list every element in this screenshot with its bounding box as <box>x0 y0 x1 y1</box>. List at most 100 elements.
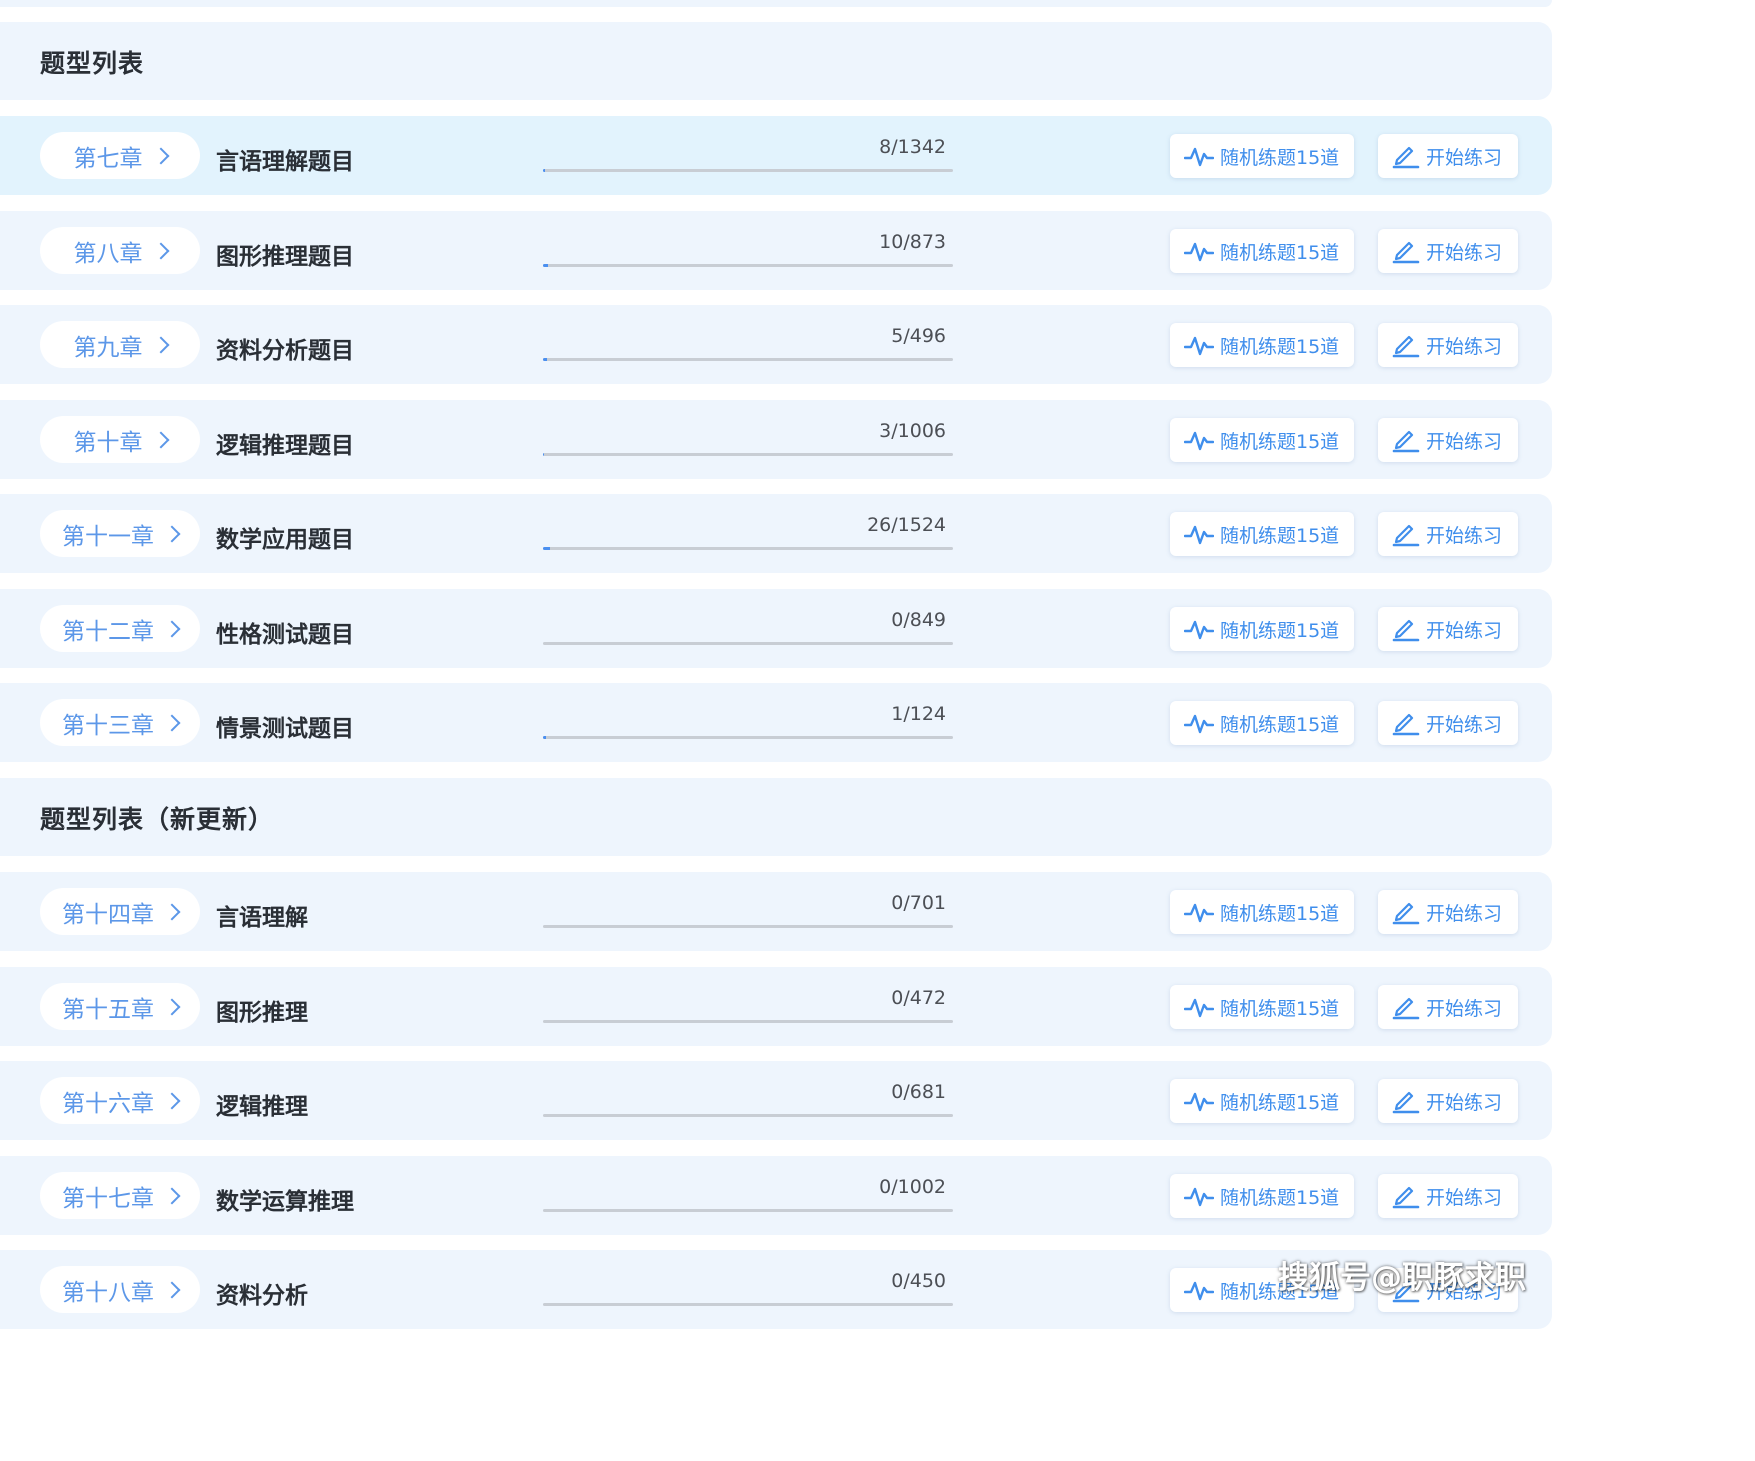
pulse-icon <box>1184 1184 1214 1208</box>
pulse-icon <box>1184 711 1214 735</box>
progress-fill <box>543 547 550 550</box>
random-practice-button[interactable]: 随机练题15道 <box>1170 607 1354 651</box>
progress-fill <box>543 264 548 267</box>
list-item: 第十一章 数学应用题目 26/1524 随机练题15道 开始练习 <box>0 494 1552 573</box>
chapter-button[interactable]: 第九章 <box>40 321 200 368</box>
question-type-title: 性格测试题目 <box>216 622 354 648</box>
pulse-icon <box>1184 428 1214 452</box>
list-item: 第十七章 数学运算推理 0/1002 随机练题15道 开始练习 <box>0 1156 1552 1235</box>
pulse-icon <box>1184 333 1214 357</box>
question-type-title: 言语理解题目 <box>216 149 354 175</box>
random-practice-label: 随机练题15道 <box>1220 1186 1340 1209</box>
chapter-button[interactable]: 第十五章 <box>40 983 200 1030</box>
pencil-icon <box>1392 1088 1420 1114</box>
start-practice-button[interactable]: 开始练习 <box>1378 1174 1518 1218</box>
pulse-icon <box>1184 900 1214 924</box>
progress-count: 8/1342 <box>879 136 946 158</box>
random-practice-button[interactable]: 随机练题15道 <box>1170 512 1354 556</box>
pulse-icon <box>1184 239 1214 263</box>
question-type-title: 情景测试题目 <box>216 716 354 742</box>
chapter-label: 第十八章 <box>62 1279 154 1306</box>
start-practice-button[interactable]: 开始练习 <box>1378 512 1518 556</box>
chapter-label: 第十一章 <box>62 523 154 550</box>
chapter-button[interactable]: 第十八章 <box>40 1266 200 1313</box>
progress-bar <box>543 1114 953 1117</box>
list-item: 第九章 资料分析题目 5/496 随机练题15道 开始练习 <box>0 305 1552 384</box>
chapter-button[interactable]: 第十一章 <box>40 510 200 557</box>
progress-bar <box>543 642 953 645</box>
chapter-button[interactable]: 第十章 <box>40 416 200 463</box>
question-type-title: 数学运算推理 <box>216 1189 354 1215</box>
chapter-button[interactable]: 第十七章 <box>40 1172 200 1219</box>
list-item: 第十三章 情景测试题目 1/124 随机练题15道 开始练习 <box>0 683 1552 762</box>
chevron-right-icon <box>152 147 169 164</box>
chapter-button[interactable]: 第十三章 <box>40 699 200 746</box>
pencil-icon <box>1392 710 1420 736</box>
chapter-button[interactable]: 第十四章 <box>40 888 200 935</box>
pulse-icon <box>1184 1278 1214 1302</box>
progress-count: 1/124 <box>891 703 946 725</box>
progress-count: 26/1524 <box>867 514 946 536</box>
start-practice-label: 开始练习 <box>1426 619 1503 642</box>
chapter-button[interactable]: 第八章 <box>40 227 200 274</box>
chapter-label: 第十二章 <box>62 618 154 645</box>
start-practice-button[interactable]: 开始练习 <box>1378 1079 1518 1123</box>
progress-count: 3/1006 <box>879 420 946 442</box>
chevron-right-icon <box>163 620 181 637</box>
start-practice-button[interactable]: 开始练习 <box>1378 229 1518 273</box>
start-practice-label: 开始练习 <box>1426 1186 1503 1209</box>
progress-bar <box>543 547 953 550</box>
progress-count: 0/450 <box>891 1270 946 1292</box>
random-practice-button[interactable]: 随机练题15道 <box>1170 1079 1354 1123</box>
section-title: 题型列表（新更新） <box>40 805 275 834</box>
random-practice-button[interactable]: 随机练题15道 <box>1170 890 1354 934</box>
start-practice-button[interactable]: 开始练习 <box>1378 701 1518 745</box>
random-practice-label: 随机练题15道 <box>1220 430 1340 453</box>
progress-count: 10/873 <box>879 231 946 253</box>
chevron-right-icon <box>163 998 181 1015</box>
progress-fill <box>543 453 545 456</box>
progress-fill <box>543 169 546 172</box>
start-practice-label: 开始练习 <box>1426 524 1503 547</box>
random-practice-button[interactable]: 随机练题15道 <box>1170 418 1354 462</box>
list-item: 第七章 言语理解题目 8/1342 随机练题15道 开始练习 <box>0 116 1552 195</box>
start-practice-label: 开始练习 <box>1426 335 1503 358</box>
start-practice-button[interactable]: 开始练习 <box>1378 607 1518 651</box>
start-practice-label: 开始练习 <box>1426 146 1503 169</box>
chapter-button[interactable]: 第十二章 <box>40 605 200 652</box>
progress-count: 0/472 <box>891 987 946 1009</box>
random-practice-label: 随机练题15道 <box>1220 241 1340 264</box>
question-type-title: 逻辑推理题目 <box>216 433 354 459</box>
progress-bar <box>543 1209 953 1212</box>
chapter-button[interactable]: 第七章 <box>40 132 200 179</box>
progress-bar <box>543 453 953 456</box>
start-practice-label: 开始练习 <box>1426 713 1503 736</box>
progress-bar <box>543 1303 953 1306</box>
random-practice-label: 随机练题15道 <box>1220 713 1340 736</box>
start-practice-button[interactable]: 开始练习 <box>1378 985 1518 1029</box>
random-practice-button[interactable]: 随机练题15道 <box>1170 134 1354 178</box>
list-item: 第十二章 性格测试题目 0/849 随机练题15道 开始练习 <box>0 589 1552 668</box>
random-practice-button[interactable]: 随机练题15道 <box>1170 1174 1354 1218</box>
start-practice-button[interactable]: 开始练习 <box>1378 890 1518 934</box>
chevron-right-icon <box>163 525 181 542</box>
start-practice-button[interactable]: 开始练习 <box>1378 134 1518 178</box>
random-practice-button[interactable]: 随机练题15道 <box>1170 985 1354 1029</box>
section-header: 题型列表 <box>0 22 1552 100</box>
chapter-button[interactable]: 第十六章 <box>40 1077 200 1124</box>
random-practice-button[interactable]: 随机练题15道 <box>1170 323 1354 367</box>
progress-count: 0/849 <box>891 609 946 631</box>
start-practice-label: 开始练习 <box>1426 241 1503 264</box>
pencil-icon <box>1392 332 1420 358</box>
pencil-icon <box>1392 994 1420 1020</box>
random-practice-button[interactable]: 随机练题15道 <box>1170 701 1354 745</box>
progress-fill <box>543 358 548 361</box>
progress-bar <box>543 1020 953 1023</box>
random-practice-label: 随机练题15道 <box>1220 335 1340 358</box>
chevron-right-icon <box>152 431 169 448</box>
chapter-label: 第九章 <box>73 334 143 361</box>
start-practice-button[interactable]: 开始练习 <box>1378 323 1518 367</box>
start-practice-button[interactable]: 开始练习 <box>1378 418 1518 462</box>
pulse-icon <box>1184 1089 1214 1113</box>
random-practice-button[interactable]: 随机练题15道 <box>1170 229 1354 273</box>
